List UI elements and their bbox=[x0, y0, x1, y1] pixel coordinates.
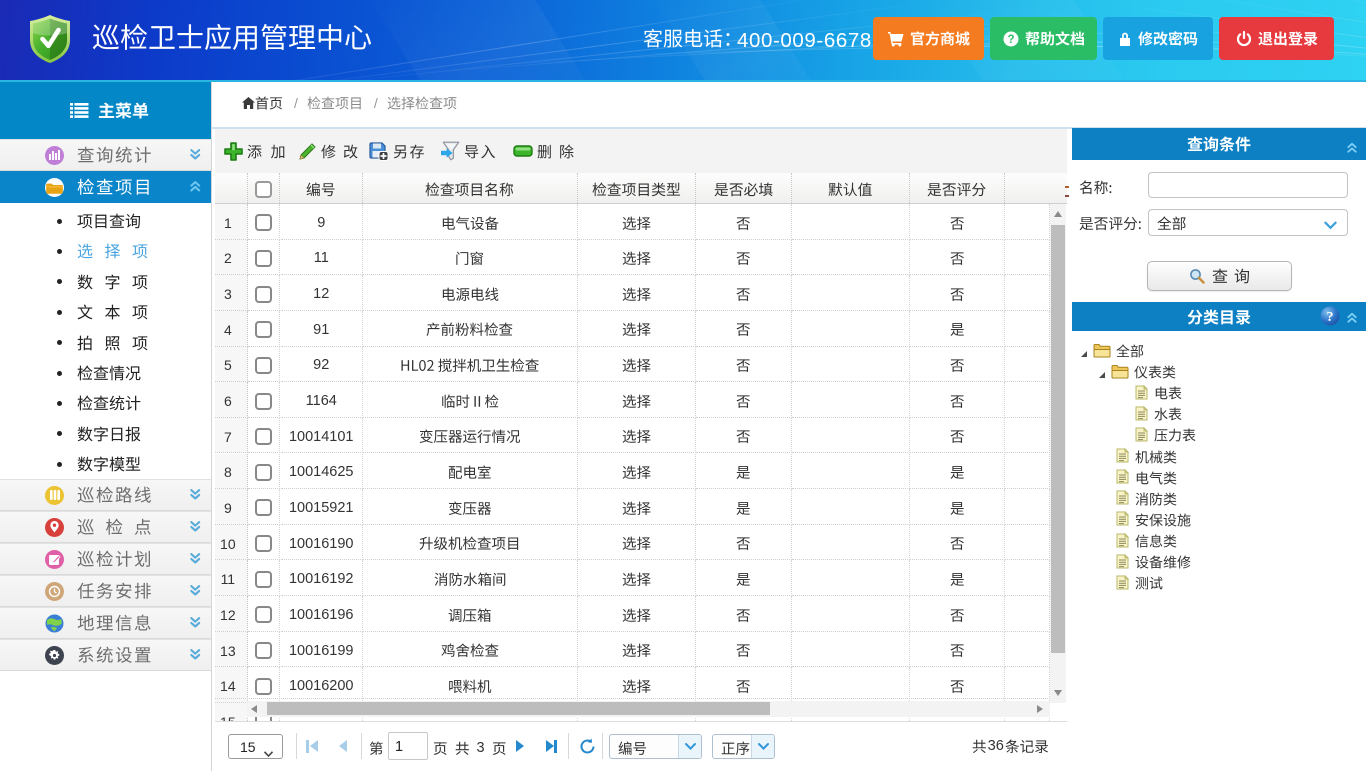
svg-text:?: ? bbox=[1007, 34, 1014, 46]
svg-text:?: ? bbox=[1327, 310, 1334, 325]
